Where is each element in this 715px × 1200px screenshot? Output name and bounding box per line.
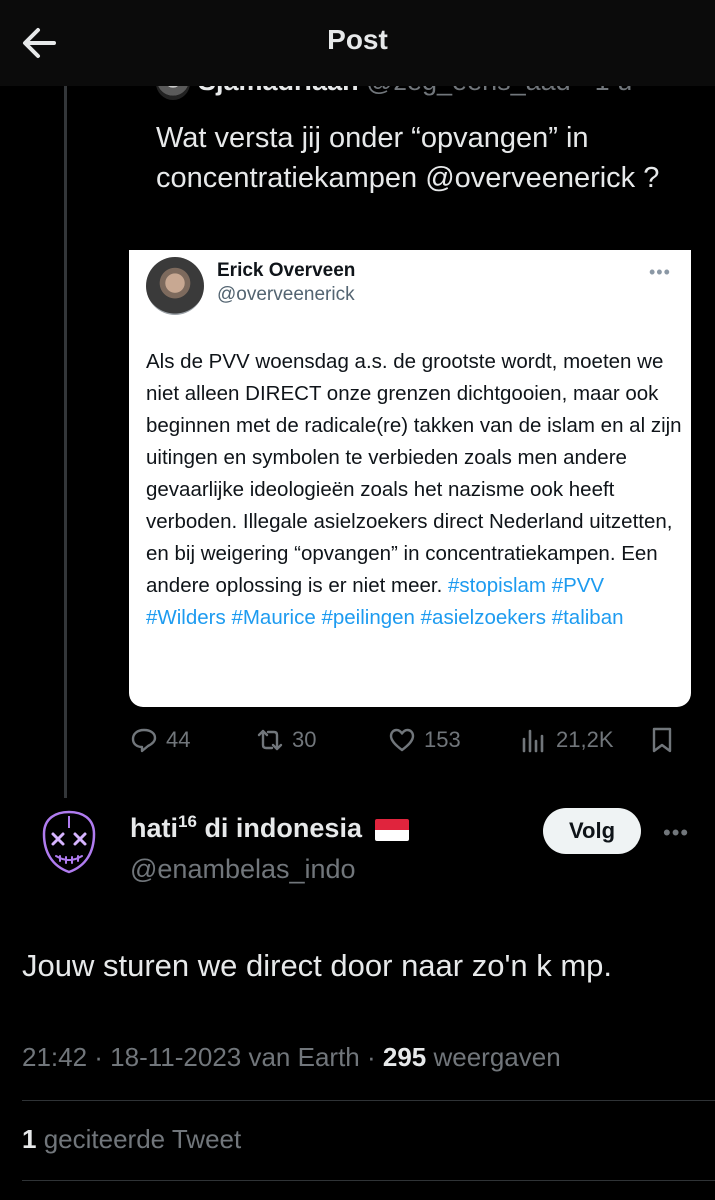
reply-author-handle[interactable]: @enambelas_indo [130, 854, 356, 885]
embedded-author-handle: @overveenerick [217, 284, 355, 305]
hashtag: #PVV [551, 574, 605, 597]
repost-icon [257, 729, 283, 751]
views-count: 295 [382, 1042, 427, 1072]
quotes-count-number: 1 [22, 1124, 37, 1154]
tweet-action-bar: 44 30 153 21,2K [130, 720, 690, 760]
more-options-icon[interactable]: ••• [663, 820, 689, 846]
indonesia-flag-icon [375, 818, 410, 841]
quoted-tweet-text: Wat versta jij onder “opvangen” in conce… [156, 122, 660, 194]
embedded-tweet-text: Als de PVV woensdag a.s. de grootste wor… [146, 346, 686, 634]
reply-icon [131, 728, 157, 753]
quotes-count-label: geciteerde Tweet [36, 1124, 242, 1154]
embedded-more-icon: ••• [649, 262, 671, 282]
bookmark-icon [652, 727, 672, 753]
embedded-tweet-body: Als de PVV woensdag a.s. de grootste wor… [146, 350, 682, 597]
hashtag: #taliban [551, 606, 624, 629]
repost-count: 30 [292, 727, 317, 752]
embedded-tweet-image[interactable]: Erick Overveen @overveenerick ••• Als de… [129, 250, 691, 707]
quote-tweets-link[interactable]: 1 geciteerde Tweet [22, 1124, 241, 1155]
purge-mask-avatar-icon [42, 810, 96, 874]
reply-author-name-sup[interactable]: 16 [178, 812, 197, 831]
bookmark-button[interactable] [648, 720, 684, 760]
reply-author-avatar[interactable] [26, 800, 112, 886]
view-count: 21,2K [556, 727, 614, 752]
hashtag: #stopislam [447, 574, 546, 597]
reply-author-name[interactable]: hati16 di indonesia [130, 812, 410, 844]
views-label: weergaven [426, 1042, 561, 1072]
reply-author-name-rest[interactable]: di indonesia [197, 813, 362, 843]
hashtag: #asielzoekers [420, 606, 546, 629]
reply-author-name-main[interactable]: hati [130, 813, 178, 843]
divider [22, 1180, 715, 1181]
embedded-author-name: Erick Overveen [217, 260, 356, 281]
divider [22, 1100, 715, 1101]
top-bar: Post [0, 0, 715, 86]
hashtag: #Maurice [231, 606, 316, 629]
tweet-metadata: 21:42 · 18-11-2023 van Earth · 295 weerg… [22, 1042, 561, 1073]
follow-button[interactable]: Volg [543, 808, 641, 854]
page-title: Post [327, 24, 388, 55]
like-button[interactable]: 153 [388, 720, 461, 760]
embedded-author-avatar [146, 257, 204, 315]
reply-count: 44 [166, 727, 191, 752]
reply-button[interactable]: 44 [130, 720, 190, 760]
hashtag: #Wilders [146, 606, 226, 629]
repost-button[interactable]: 30 [256, 720, 316, 760]
analytics-icon [522, 729, 544, 753]
heart-icon [389, 728, 415, 752]
hashtag: #peilingen [321, 606, 415, 629]
reply-text: Jouw sturen we direct door naar zo'n k m… [22, 948, 613, 983]
like-count: 153 [424, 727, 461, 752]
thread-connector-line [64, 86, 67, 798]
views-button[interactable]: 21,2K [520, 720, 614, 760]
tweet-timestamp[interactable]: 21:42 · 18-11-2023 van Earth · [22, 1042, 383, 1072]
